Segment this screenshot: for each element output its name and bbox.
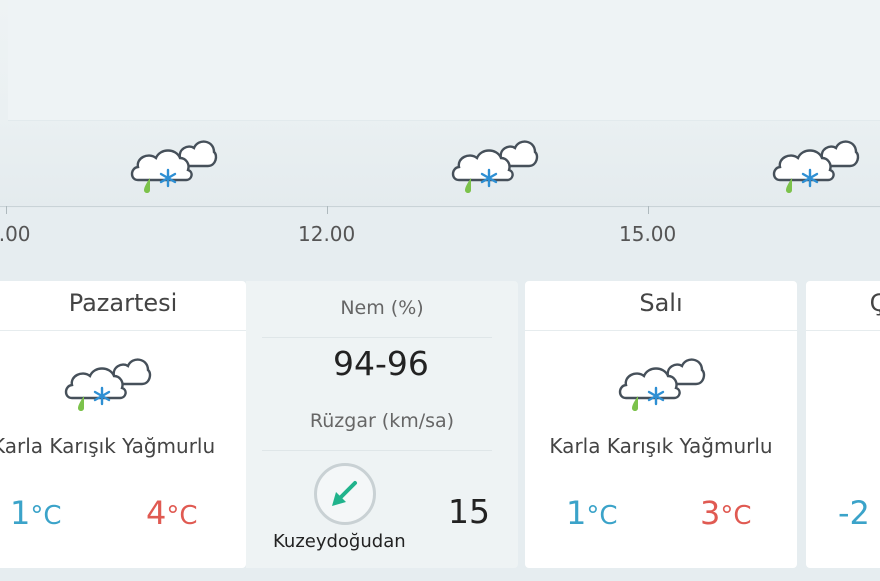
axis-tick (6, 206, 7, 214)
min-temperature: 1°C (566, 494, 618, 532)
sleet-cloud-icon (64, 358, 152, 411)
wind-direction: Kuzeydoğudan (273, 531, 406, 552)
humidity-value: 94-96 (333, 344, 429, 383)
weather-condition: Karla Karışık Yağmurlu (549, 434, 773, 458)
chart-plot-area (8, 0, 880, 121)
time-axis (0, 206, 880, 207)
max-temperature: 4°C (146, 494, 198, 532)
sleet-cloud-icon (772, 140, 860, 193)
divider (806, 330, 880, 331)
wind-direction-compass-icon (314, 463, 376, 525)
day-name: Pazartesi (68, 289, 178, 317)
min-temperature: -2 (838, 494, 870, 532)
divider (525, 330, 797, 331)
min-temperature: 1°C (10, 494, 62, 532)
sleet-cloud-icon (130, 140, 218, 193)
wind-speed-value: 15 (448, 492, 490, 531)
sleet-cloud-icon (618, 358, 706, 411)
divider (262, 337, 492, 338)
day-name: Salı (639, 289, 683, 317)
divider (262, 450, 492, 451)
day-name: Ç (869, 289, 880, 317)
axis-tick (648, 206, 649, 214)
weather-condition: Karla Karışık Yağmurlu (0, 434, 216, 458)
sleet-cloud-icon (451, 140, 539, 193)
wind-label: Rüzgar (km/sa) (309, 410, 455, 432)
time-tick-label: 12.00 (298, 222, 356, 246)
time-tick-label: 9.00 (0, 222, 31, 246)
max-temperature: 3°C (700, 494, 752, 532)
humidity-label: Nem (%) (340, 297, 424, 319)
axis-tick (327, 206, 328, 214)
divider (0, 330, 246, 331)
time-tick-label: 15.00 (619, 222, 677, 246)
